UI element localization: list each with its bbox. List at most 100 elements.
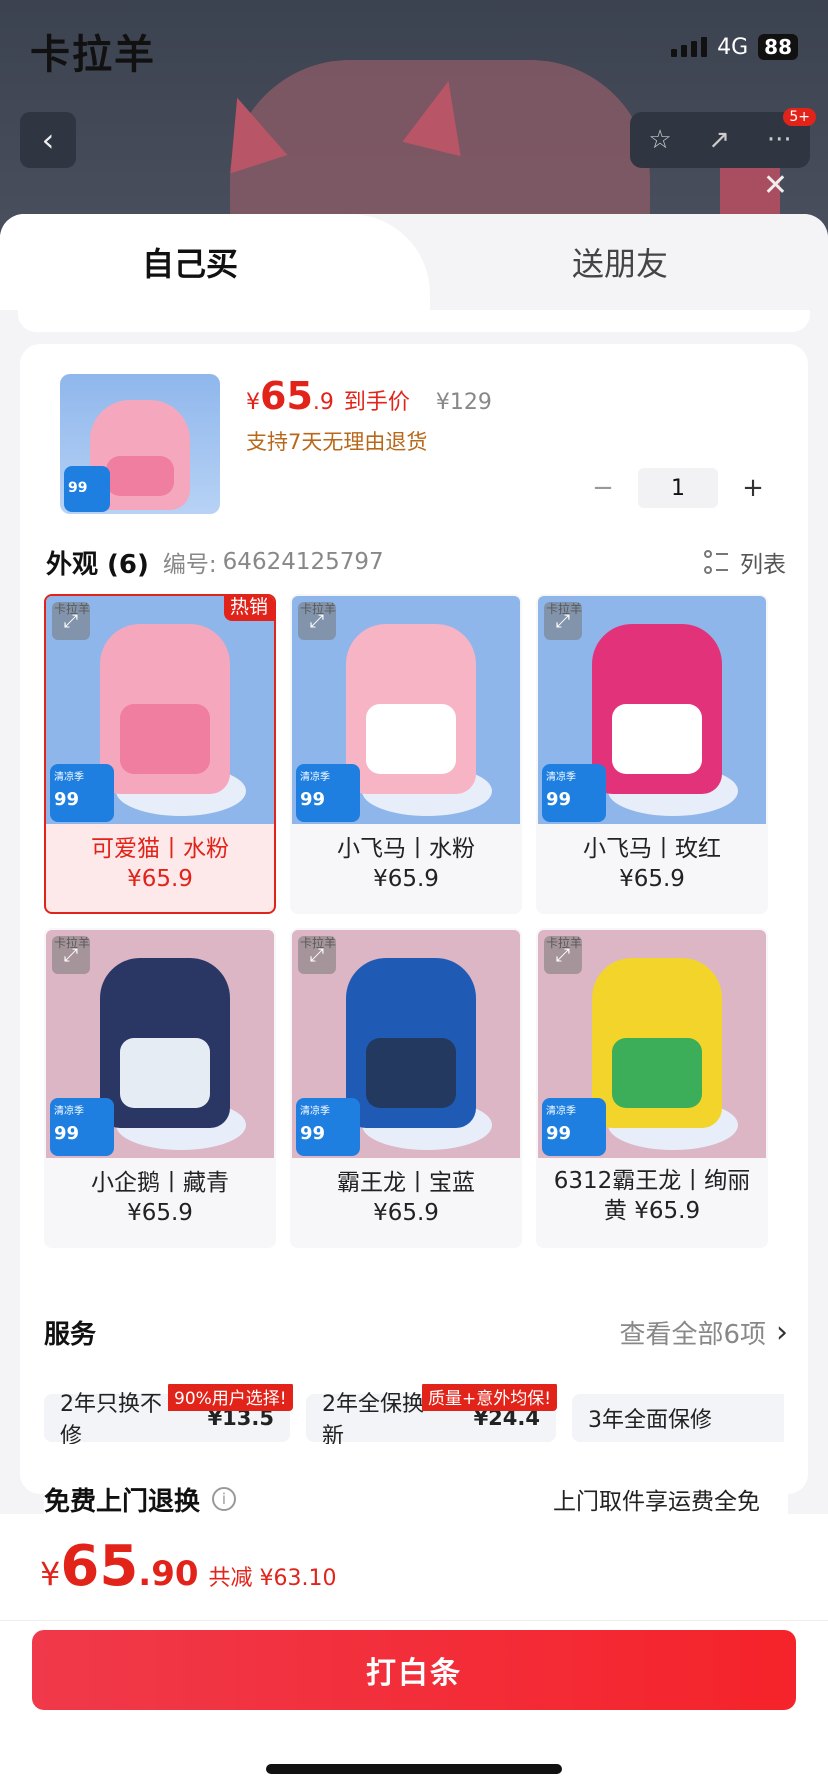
list-icon: [704, 550, 730, 574]
backpack-image: [592, 958, 722, 1128]
promo-price: 99: [546, 1123, 572, 1144]
service-option-name: 2年只换不修: [60, 1392, 162, 1444]
variant-option[interactable]: 卡拉羊⤢清凉季99小企鹅丨藏青¥65.9: [44, 928, 276, 1248]
list-label: 列表: [740, 552, 786, 578]
hot-sale-badge: 热销: [223, 596, 274, 621]
variant-name: 小飞马丨玫红: [583, 836, 721, 862]
promo-label: 清凉季: [54, 1106, 84, 1117]
view-all-label: 查看全部6项: [619, 1320, 766, 1350]
promo-price: 99: [546, 789, 572, 810]
promo-tag: 清凉季 99: [542, 1098, 606, 1156]
tab-send-to-friend[interactable]: 送朋友: [470, 214, 770, 310]
variant-price: ¥65.9: [373, 1200, 439, 1226]
promo-tag: 清凉季 99: [296, 1098, 360, 1156]
variant-name: 6312霸王龙丨绚丽黄 ¥65.9: [553, 1168, 751, 1224]
variant-price: ¥65.9: [373, 866, 439, 892]
purchase-tabs: 自己买 送朋友: [0, 214, 828, 332]
service-option-badge: 90%用户选择!: [168, 1384, 293, 1411]
bottom-bar: ¥ 65 .90 共减 ¥63.10 打白条: [0, 1514, 828, 1792]
variant-option[interactable]: 卡拉羊⤢清凉季99小飞马丨玫红¥65.9: [536, 594, 768, 914]
quantity-stepper: − 1 +: [588, 468, 768, 508]
variant-price: ¥65.9: [619, 866, 685, 892]
backpack-image: [346, 624, 476, 794]
promo-label: 清凉季: [54, 772, 84, 783]
thumb-promo-tag: 99: [64, 466, 110, 512]
expand-icon[interactable]: ⤢: [544, 602, 582, 640]
promo-tag: 清凉季 99: [296, 764, 360, 822]
variant-name: 小企鹅丨藏青: [91, 1170, 229, 1196]
variant-option[interactable]: 卡拉羊⤢清凉季99霸王龙丨宝蓝¥65.9: [290, 928, 522, 1248]
favorite-star-icon[interactable]: ☆: [648, 125, 671, 155]
tab-strip: [18, 310, 810, 332]
discount-amount: 共减 ¥63.10: [208, 1566, 337, 1591]
variant-image: 卡拉羊⤢清凉季99: [292, 930, 520, 1158]
back-button[interactable]: ‹: [20, 112, 76, 168]
expand-icon[interactable]: ⤢: [544, 936, 582, 974]
buy-with-baitiao-button[interactable]: 打白条: [32, 1630, 796, 1710]
promo-tag: 清凉季 99: [50, 1098, 114, 1156]
chevron-right-icon: ›: [776, 1315, 788, 1350]
appearance-title: 外观 (6): [46, 549, 149, 580]
signal-icon: [671, 37, 708, 57]
price-line: ¥ 65 .9 到手价 ¥129: [246, 374, 492, 418]
service-option-3[interactable]: 3年全面保修: [572, 1394, 784, 1442]
promo-price: 99: [300, 1123, 326, 1144]
tab-buy-for-self[interactable]: 自己买: [0, 214, 430, 310]
share-icon[interactable]: ↗: [708, 125, 730, 155]
promo-price: 99: [54, 1123, 80, 1144]
list-view-toggle[interactable]: 列表: [704, 545, 786, 579]
quantity-input[interactable]: 1: [638, 468, 718, 508]
variant-option[interactable]: 卡拉羊⤢清凉季99热销可爱猫丨水粉¥65.9: [44, 594, 276, 914]
status-bar: 4G 88: [671, 34, 798, 60]
service-header: 服务 查看全部6项 ›: [44, 1314, 788, 1351]
divider: [0, 1620, 828, 1621]
network-label: 4G: [717, 34, 749, 60]
close-icon[interactable]: ✕: [763, 168, 788, 203]
backpack-image: [100, 624, 230, 794]
increase-button[interactable]: +: [738, 473, 768, 503]
expand-icon[interactable]: ⤢: [52, 602, 90, 640]
decrease-button[interactable]: −: [588, 473, 618, 503]
promo-tag: 清凉季 99: [50, 764, 114, 822]
variant-image: 卡拉羊⤢清凉季99: [538, 930, 766, 1158]
backpack-image: [346, 958, 476, 1128]
return-policy: 支持7天无理由退货: [246, 430, 428, 454]
expand-icon[interactable]: ⤢: [298, 602, 336, 640]
final-price-label: 到手价: [343, 390, 410, 415]
service-title: 服务: [44, 1320, 97, 1350]
free-return-title: 免费上门退换: [44, 1486, 201, 1517]
price-currency: ¥: [246, 390, 260, 415]
view-all-services[interactable]: 查看全部6项 ›: [619, 1314, 788, 1351]
expand-icon[interactable]: ⤢: [52, 936, 90, 974]
original-price: ¥129: [435, 390, 492, 415]
more-icon[interactable]: ···: [767, 125, 792, 155]
promo-label: 清凉季: [300, 1106, 330, 1117]
total-decimal: .90: [138, 1554, 199, 1594]
product-code-label: 编号:: [162, 552, 217, 578]
battery-icon: 88: [758, 34, 798, 60]
backpack-image: [100, 958, 230, 1128]
expand-icon[interactable]: ⤢: [298, 936, 336, 974]
message-badge: 5+: [783, 108, 816, 126]
variant-image: 卡拉羊⤢清凉季99: [538, 596, 766, 824]
brand-logo: 卡拉羊: [30, 31, 156, 78]
backpack-image: [592, 624, 722, 794]
variant-image: 卡拉羊⤢清凉季99: [46, 930, 274, 1158]
service-options: 2年只换不修 ¥13.5 90%用户选择! 2年全保换新 ¥24.4 质量+意外…: [44, 1384, 784, 1444]
price-integer: 65: [260, 374, 313, 418]
product-code: 64624125797: [222, 549, 384, 575]
variant-price: ¥65.9: [127, 1200, 193, 1226]
product-thumbnail[interactable]: 99: [60, 374, 220, 514]
promo-tag: 清凉季 99: [542, 764, 606, 822]
variant-option[interactable]: 卡拉羊⤢清凉季99小飞马丨水粉¥65.9: [290, 594, 522, 914]
promo-label: 清凉季: [300, 772, 330, 783]
variant-name: 可爱猫丨水粉: [91, 836, 229, 862]
promo-label: 清凉季: [546, 1106, 576, 1117]
total-integer: 65: [60, 1534, 139, 1599]
home-indicator: [266, 1764, 562, 1774]
variant-option[interactable]: 卡拉羊⤢清凉季996312霸王龙丨绚丽黄 ¥65.9: [536, 928, 768, 1248]
info-icon[interactable]: i: [212, 1487, 237, 1511]
promo-price: 99: [300, 789, 326, 810]
promo-label: 清凉季: [546, 772, 576, 783]
variant-image: 卡拉羊⤢清凉季99: [292, 596, 520, 824]
